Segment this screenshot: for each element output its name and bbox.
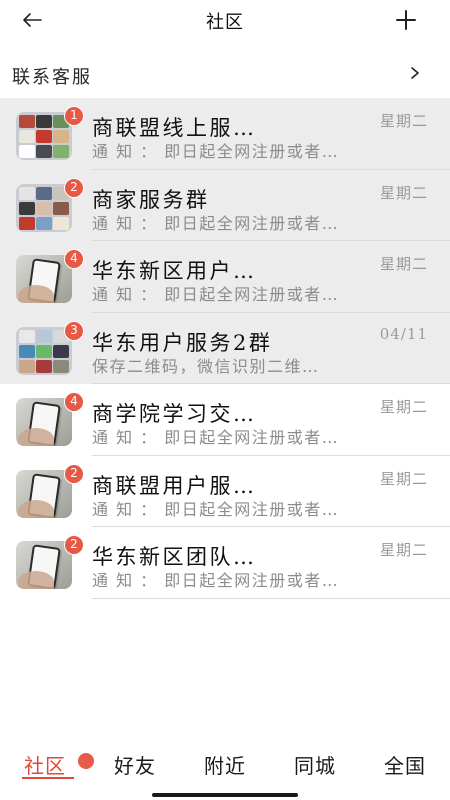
tab-community[interactable]: 社区: [24, 750, 66, 779]
contact-service-label: 联系客服: [12, 67, 92, 88]
conversation-item[interactable]: 4 商学院学习交… 星期二 通 知 ： 即日起全网注册或者…: [0, 384, 450, 456]
unread-badge: 4: [64, 249, 84, 269]
conversation-time: 星期二: [379, 541, 428, 559]
unread-badge: 4: [64, 392, 84, 412]
conversation-item[interactable]: 1 商联盟线上服… 星期二 通 知 ： 即日起全网注册或者…: [0, 98, 450, 170]
tab-nearby[interactable]: 附近: [204, 750, 246, 779]
conversation-item[interactable]: 2 商家服务群 星期二 通 知 ： 即日起全网注册或者…: [0, 169, 450, 241]
unread-badge: 2: [64, 463, 84, 484]
conversation-preview: 通 知 ： 即日起全网注册或者…: [92, 213, 340, 233]
conversation-time: 星期二: [379, 398, 428, 416]
conversation-preview: 通 知 ： 即日起全网注册或者…: [92, 571, 340, 590]
home-indicator[interactable]: [152, 793, 298, 797]
conversation-item[interactable]: 3 华东用户服务2群 04/11 保存二维码，微信识别二维…: [0, 312, 450, 384]
conversation-time: 04/11: [379, 324, 428, 343]
plus-icon: [396, 10, 416, 30]
page-title: 社区: [206, 12, 244, 33]
conversation-preview: 保存二维码，微信识别二维…: [92, 356, 320, 376]
conversation-list: 1 商联盟线上服… 星期二 通 知 ： 即日起全网注册或者… 2 商家服务群 星…: [0, 98, 450, 599]
conversation-time: 星期二: [379, 255, 428, 273]
add-button[interactable]: [392, 6, 420, 34]
notification-dot-icon: [78, 753, 94, 769]
conversation-preview: 通 知 ： 即日起全网注册或者…: [92, 499, 340, 519]
tab-nationwide[interactable]: 全国: [384, 750, 426, 779]
active-tab-underline: [22, 777, 74, 779]
tab-same-city[interactable]: 同城: [294, 750, 336, 779]
conversation-preview: 通 知 ： 即日起全网注册或者…: [92, 285, 340, 304]
conversation-time: 星期二: [379, 112, 428, 130]
contact-service-row[interactable]: 联系客服: [0, 52, 450, 96]
conversation-item[interactable]: 2 商联盟用户服… 星期二 通 知 ： 即日起全网注册或者…: [0, 456, 450, 527]
unread-badge: 3: [64, 320, 84, 341]
conversation-preview: 通 知 ： 即日起全网注册或者…: [92, 428, 340, 447]
unread-badge: 1: [64, 106, 84, 126]
bottom-tab-bar: 社区 好友 附近 同城 全国: [0, 740, 450, 788]
tab-friends[interactable]: 好友: [114, 750, 156, 779]
conversation-item[interactable]: 4 华东新区用户… 星期二 通 知 ： 即日起全网注册或者…: [0, 241, 450, 313]
chevron-right-icon: [411, 67, 419, 79]
row-divider: [92, 597, 450, 599]
conversation-time: 星期二: [379, 183, 428, 202]
conversation-preview: 通 知 ： 即日起全网注册或者…: [92, 142, 340, 161]
unread-badge: 2: [64, 177, 84, 198]
conversation-item[interactable]: 2 华东新区团队… 星期二 通 知 ： 即日起全网注册或者…: [0, 527, 450, 599]
top-bar: 社区: [0, 0, 450, 40]
unread-badge: 2: [64, 535, 84, 555]
conversation-time: 星期二: [379, 469, 428, 488]
